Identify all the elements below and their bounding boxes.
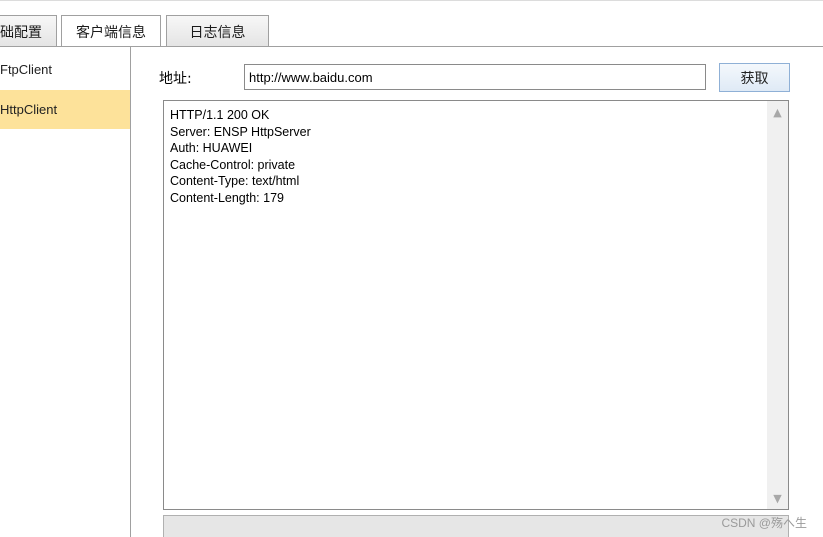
tab-client-info[interactable]: 客户端信息 [61, 15, 161, 47]
fetch-button[interactable]: 获取 [719, 63, 790, 92]
vertical-scrollbar[interactable]: ▲ ▼ [767, 101, 788, 509]
address-label: 地址: [159, 71, 192, 87]
tab-bar: 础配置 客户端信息 日志信息 [0, 0, 823, 47]
sidebar-item-ftpclient[interactable]: FtpClient [0, 50, 130, 89]
status-box [163, 515, 789, 537]
scroll-up-icon[interactable]: ▲ [767, 101, 788, 123]
scroll-down-icon[interactable]: ▼ [767, 487, 788, 509]
tab-log-info[interactable]: 日志信息 [166, 15, 269, 47]
tab-basic-config[interactable]: 础配置 [0, 15, 57, 47]
address-input[interactable] [244, 64, 706, 90]
response-textarea[interactable]: HTTP/1.1 200 OK Server: ENSP HttpServer … [163, 100, 789, 510]
response-text: HTTP/1.1 200 OK Server: ENSP HttpServer … [170, 108, 311, 205]
client-type-list: FtpClient HttpClient [0, 47, 131, 537]
sidebar-item-httpclient[interactable]: HttpClient [0, 90, 130, 129]
watermark: CSDN @殇へ生 [721, 516, 807, 530]
